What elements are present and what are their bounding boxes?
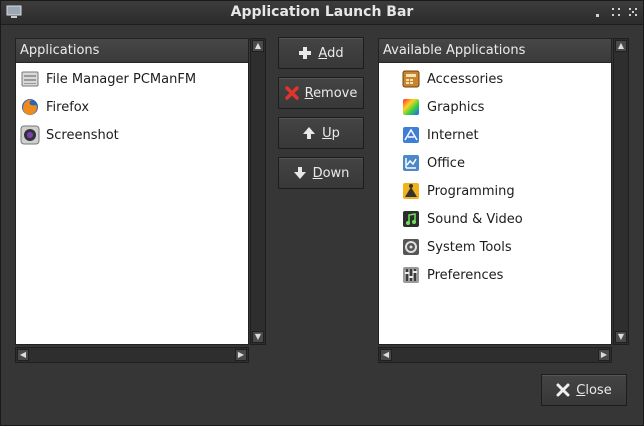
tree-item[interactable]: System Tools [379,233,611,261]
list-item-label: Firefox [46,99,90,115]
applications-vertical-scrollbar[interactable]: ▲ ▼ [250,38,266,345]
down-mnemonic: D [312,165,323,181]
system-tools-icon [403,239,419,255]
tree-item-label: System Tools [427,239,512,255]
office-icon [403,155,419,171]
tree-item-label: Internet [427,127,479,143]
graphics-icon [403,99,419,115]
accessories-icon [402,70,420,88]
up-button[interactable]: Up [278,117,364,149]
applications-list-body: File Manager PCManFM Firefox Screenshot [16,65,248,344]
tree-item[interactable]: Internet [379,121,611,149]
available-applications-header[interactable]: Available Applications [379,39,611,63]
tree-item-label: Preferences [427,267,504,283]
scroll-right-arrow-icon[interactable]: ▶ [598,349,610,361]
tree-item[interactable]: Sound & Video [379,205,611,233]
window-title: Application Launch Bar [230,4,414,20]
applications-header[interactable]: Applications [16,39,248,63]
down-label: own [322,165,350,181]
remove-mnemonic: R [304,85,314,101]
plus-icon [299,47,312,59]
down-button[interactable]: Down [278,157,364,189]
scroll-left-arrow-icon[interactable]: ◀ [17,349,29,361]
tree-item-label: Accessories [427,71,504,87]
up-label: p [331,125,340,141]
list-item-label: Screenshot [46,127,119,143]
list-item[interactable]: Screenshot [16,121,248,149]
tree-item-label: Office [427,155,465,171]
firefox-icon [22,99,38,115]
screenshot-icon [20,125,40,145]
tree-item[interactable]: Office [379,149,611,177]
tree-item-label: Sound & Video [427,211,523,227]
sound-video-icon [403,211,419,227]
applications-horizontal-scrollbar[interactable]: ◀ ▶ [15,347,249,363]
preferences-icon [403,267,419,283]
internet-icon [403,127,419,143]
scroll-left-arrow-icon[interactable]: ◀ [380,349,392,361]
title-bar[interactable]: Application Launch Bar [1,1,643,25]
add-button[interactable]: Add [278,37,364,69]
tree-item[interactable]: Graphics [379,93,611,121]
tree-item[interactable]: Preferences [379,261,611,289]
scroll-down-arrow-icon[interactable]: ▼ [252,331,264,343]
application-launch-bar-dialog: Application Launch Bar Applications File… [0,0,644,426]
tree-item-label: Graphics [427,99,485,115]
list-item[interactable]: File Manager PCManFM [16,65,248,93]
close-button[interactable]: Close [541,374,627,406]
scroll-up-arrow-icon[interactable]: ▲ [252,40,264,52]
remove-button[interactable]: Remove [278,77,364,109]
close-label: lose [585,382,612,398]
scroll-down-arrow-icon[interactable]: ▼ [615,331,627,343]
scroll-up-arrow-icon[interactable]: ▲ [615,40,627,52]
available-applications-body: Accessories Graphics Internet Office Pro… [379,65,611,344]
minimize-icon[interactable] [591,5,605,19]
maximize-icon[interactable] [609,5,623,19]
list-item-label: File Manager PCManFM [46,71,197,87]
remove-label: emove [313,85,358,101]
file-manager-icon [21,71,39,87]
close-window-icon[interactable] [626,5,640,19]
close-mnemonic: C [576,382,586,398]
up-mnemonic: U [322,125,332,141]
list-item[interactable]: Firefox [16,93,248,121]
available-vertical-scrollbar[interactable]: ▲ ▼ [613,38,629,345]
add-label: dd [327,45,344,61]
arrow-up-icon [303,127,316,139]
add-mnemonic: A [318,45,328,61]
tree-item[interactable]: Programming [379,177,611,205]
available-applications-tree[interactable]: Available Applications Accessories Graph… [378,38,612,345]
arrow-down-icon [293,167,306,179]
tree-item-label: Programming [427,183,515,199]
close-x-icon [556,383,570,397]
remove-x-icon [284,86,299,100]
applications-list[interactable]: Applications File Manager PCManFM Firefo… [15,38,249,345]
programming-icon [403,183,419,199]
scroll-right-arrow-icon[interactable]: ▶ [235,349,247,361]
tree-item[interactable]: Accessories [379,65,611,93]
available-horizontal-scrollbar[interactable]: ◀ ▶ [378,347,612,363]
